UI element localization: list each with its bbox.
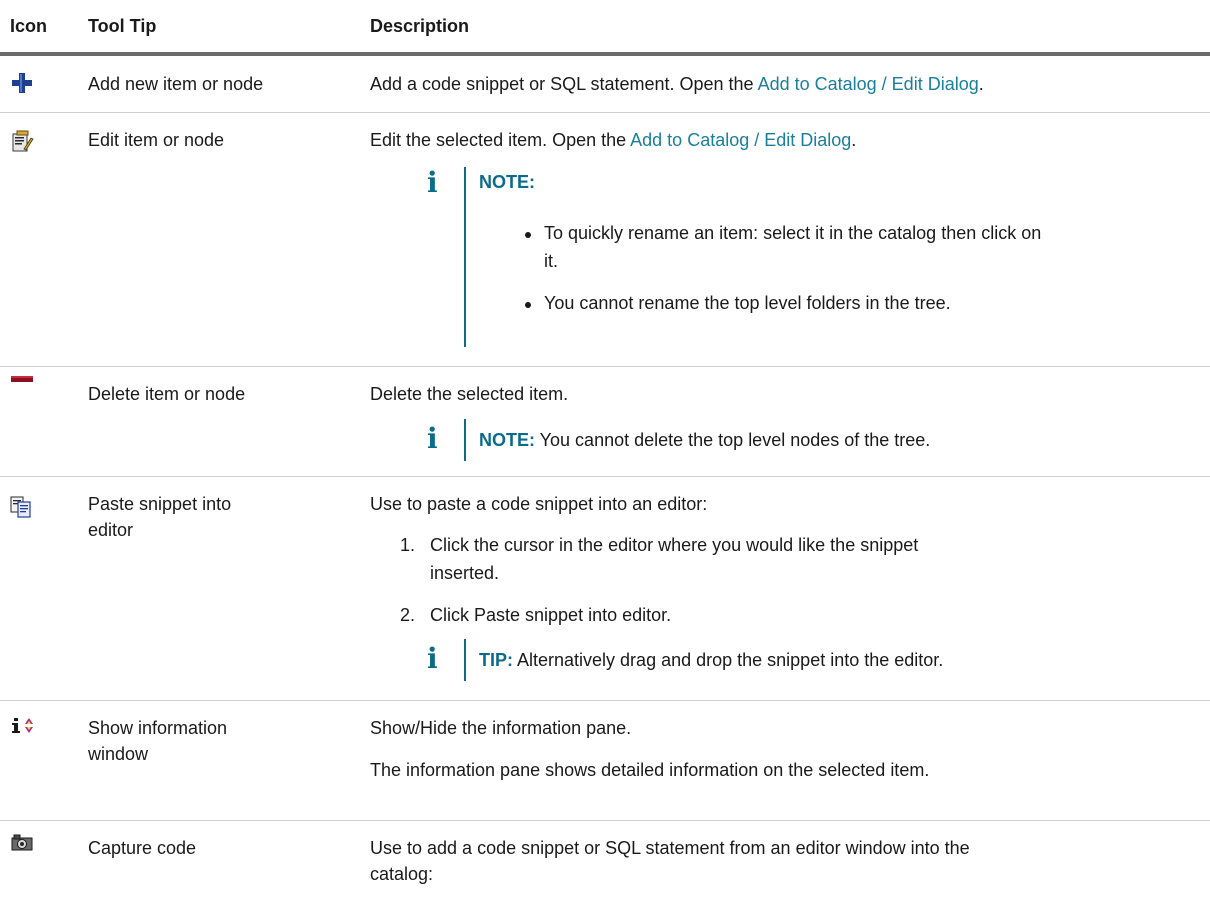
list-item: To quickly rename an item: select it in … [544, 223, 1042, 243]
camera-icon [10, 832, 40, 858]
tip-callout: i TIP: Alternatively drag and drop the s… [427, 639, 1197, 681]
note-callout: i NOTE: To quickly rename an item: selec… [427, 167, 1197, 347]
table-row: Add new item or node Add a code snippet … [0, 56, 1210, 113]
note-callout: i NOTE: You cannot delete the top level … [427, 419, 1197, 461]
edit-item-icon [10, 129, 40, 155]
paste-icon [10, 496, 40, 522]
description-text: The information pane shows detailed info… [370, 760, 930, 780]
table-row: Paste snippet into editor Use to paste a… [0, 476, 1210, 701]
step-number: 2. [400, 605, 416, 625]
tip-text: TIP: Alternatively drag and drop the sni… [479, 650, 944, 670]
info-icon: i [427, 642, 438, 675]
description-text: Use to add a code snippet or SQL stateme… [370, 838, 970, 858]
list-item: You cannot rename the top level folders … [544, 293, 951, 313]
add-to-catalog-link[interactable]: Add to Catalog / Edit Dialog [630, 130, 851, 150]
tooltip-text: Show information window [88, 718, 228, 764]
table-row: Capture code Use to add a code snippet o… [0, 820, 1210, 905]
tooltip-text: Add new item or node [88, 74, 264, 94]
add-plus-icon [10, 71, 40, 97]
list-item: it. [544, 251, 559, 271]
tip-divider [464, 639, 466, 681]
description-cell: Use to add a code snippet or SQL stateme… [370, 835, 1200, 895]
tooltip-text: Capture code [88, 838, 197, 858]
tooltip-text: Edit item or node [88, 130, 225, 150]
description-cell: Add a code snippet or SQL statement. Ope… [370, 71, 1200, 99]
note-divider [464, 167, 466, 347]
note-divider [464, 419, 466, 461]
step-number: 1. [400, 535, 416, 555]
list-item: Click Paste snippet into editor. [430, 605, 672, 625]
table-row: Edit item or node Edit the selected item… [0, 112, 1210, 367]
info-toggle-icon [10, 715, 40, 741]
column-header-tooltip: Tool Tip [88, 16, 157, 36]
note-text: NOTE: You cannot delete the top level no… [479, 430, 931, 450]
table-header: Icon Tool Tip Description [0, 0, 1210, 56]
list-item: Click the cursor in the editor where you… [430, 535, 919, 555]
description-cell: Delete the selected item. i NOTE: You ca… [370, 381, 1200, 471]
column-header-description: Description [370, 16, 470, 36]
info-icon: i [427, 166, 438, 199]
table-row: Show information window Show/Hide the in… [0, 700, 1210, 821]
tooltip-text: Delete item or node [88, 384, 246, 404]
column-header-icon: Icon [10, 16, 48, 36]
description-cell: Edit the selected item. Open the Add to … [370, 127, 1200, 357]
description-text: catalog: [370, 864, 434, 884]
table-row: Delete item or node Delete the selected … [0, 366, 1210, 477]
description-text: Add a code snippet or SQL statement. Ope… [370, 74, 984, 94]
bullet-marker [525, 302, 531, 308]
info-icon: i [427, 422, 438, 455]
list-item: inserted. [430, 563, 500, 583]
delete-minus-icon [10, 372, 40, 398]
description-text: Use to paste a code snippet into an edit… [370, 494, 708, 514]
description-text: Delete the selected item. [370, 384, 569, 404]
description-cell: Show/Hide the information pane. The info… [370, 715, 1200, 815]
description-text: Edit the selected item. Open the Add to … [370, 130, 857, 150]
tooltip-text: Paste snippet into editor [88, 494, 232, 540]
note-label: NOTE: [479, 172, 535, 192]
description-text: Show/Hide the information pane. [370, 718, 632, 738]
add-to-catalog-link[interactable]: Add to Catalog / Edit Dialog [758, 74, 979, 94]
bullet-marker [525, 232, 531, 238]
description-cell: Use to paste a code snippet into an edit… [370, 491, 1200, 691]
